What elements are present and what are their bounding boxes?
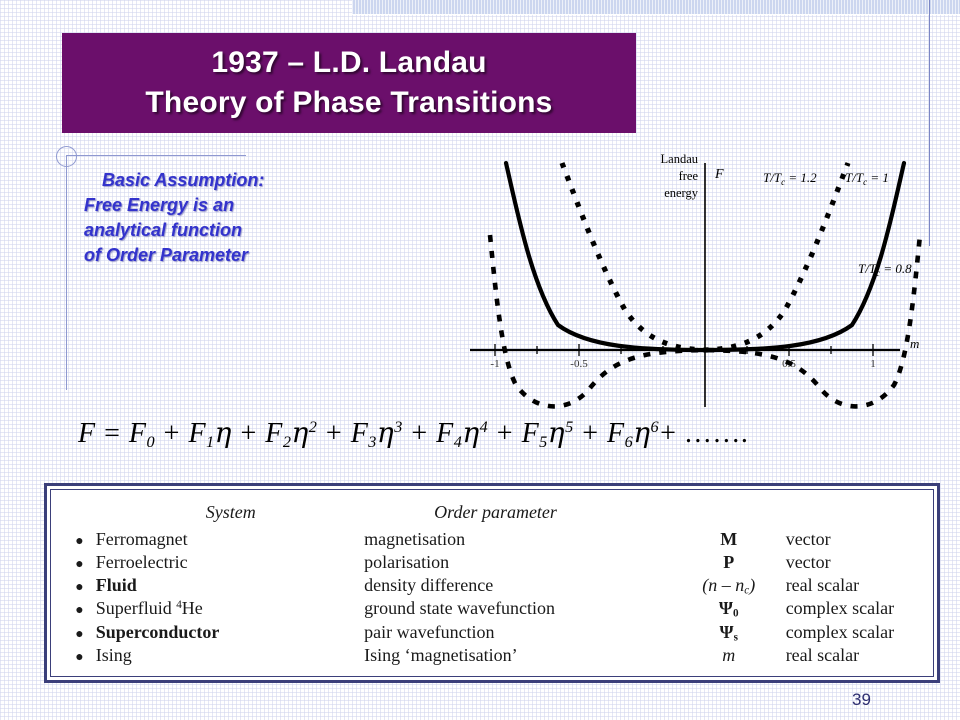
row-parameter: polarisation [364, 552, 450, 572]
equation-term-1: F1η [188, 416, 232, 451]
x-tick-label-1: -0.5 [570, 358, 588, 370]
top-decoration-band [352, 0, 960, 14]
row-type: real scalar [785, 645, 860, 666]
row-bullet: ● [75, 603, 84, 619]
row-symbol: (n – nc) [702, 575, 756, 597]
annotation-series-2: T/Tc = 0.8 [858, 261, 912, 278]
equation-term-4: F4η4 [436, 416, 489, 451]
row-symbol: P [723, 552, 735, 572]
row-bullet: ● [75, 626, 84, 642]
row-type: vector [785, 529, 831, 549]
equation-term-6: F6η6 [607, 416, 660, 451]
equation-term-3: F3η3 [350, 416, 403, 451]
row-type: vector [785, 552, 831, 572]
row-bullet: ● [75, 557, 84, 572]
row-type: real scalar [785, 575, 860, 595]
header-bullet-spacer [51, 490, 96, 528]
row-symbol: m [722, 645, 736, 666]
assumption-line-3: analytical function [84, 220, 243, 240]
equation-term-5: F5η5 [521, 416, 574, 451]
annotation-series-1: T/Tc = 1 [845, 170, 889, 187]
page-number: 39 [852, 690, 871, 709]
row-symbol: Ψs [719, 621, 738, 644]
header-type-spacer [786, 490, 933, 528]
row-bullet: ● [75, 650, 84, 666]
ylabel-line-2: free [679, 169, 699, 183]
order-parameter-table-panel: System Order parameter ● Ferromagnet mag… [44, 483, 940, 683]
title-banner: 1937 – L.D. Landau Theory of Phase Trans… [62, 33, 636, 133]
header-system: System [205, 502, 256, 522]
decoration-horizontal-line [66, 155, 246, 156]
assumption-line-1: Basic Assumption: [102, 170, 265, 190]
row-bullet: ● [75, 580, 84, 595]
x-tick-labels: -1 -0.5 0.5 1 [490, 358, 875, 370]
row-system: Ferromagnet [95, 529, 188, 549]
title-line-1: 1937 – L.D. Landau [211, 46, 487, 79]
decoration-vertical-line [66, 155, 67, 390]
row-parameter: Ising ‘magnetisation’ [364, 645, 518, 666]
equation-term-0: F0 [128, 418, 156, 451]
row-symbol: M [720, 529, 738, 549]
header-symbol-spacer [672, 490, 786, 528]
row-system: Fluid [95, 575, 137, 595]
table-row: ● Ising Ising ‘magnetisation’ m real sca… [51, 644, 933, 667]
landau-expansion-equation: F = F0 + F1η + F2η2 + F3η3 + F4η4 + F5η5… [78, 416, 749, 451]
row-bullet: ● [75, 534, 84, 549]
row-parameter: pair wavefunction [364, 621, 495, 642]
y-axis-label: F [714, 167, 724, 182]
row-type: complex scalar [785, 598, 895, 619]
row-system: Superfluid 4He [95, 598, 203, 619]
ylabel-line-1: Landau [661, 152, 699, 166]
equation-tail: + ……. [660, 418, 749, 449]
ylabel-line-3: energy [664, 186, 699, 200]
row-parameter: magnetisation [364, 529, 466, 549]
table-header-row: System Order parameter [51, 490, 933, 528]
row-symbol: Ψ0 [718, 598, 739, 620]
assumption-line-2: Free Energy is an [84, 195, 235, 215]
row-parameter: density difference [364, 575, 494, 595]
table-inner-border: System Order parameter ● Ferromagnet mag… [50, 489, 934, 677]
row-system: Superconductor [95, 621, 220, 642]
landau-free-energy-chart: -1 -0.5 0.5 1 m F Landau free energy T/T… [440, 145, 940, 410]
x-tick-label-3: 1 [870, 358, 876, 370]
x-tick-label-0: -1 [490, 358, 499, 370]
order-parameter-table: System Order parameter ● Ferromagnet mag… [51, 490, 933, 667]
table-row: ● Ferroelectric polarisation P vector [51, 551, 933, 574]
annotation-series-0: T/Tc = 1.2 [763, 170, 817, 187]
equation-term-2: F2η2 [265, 416, 318, 451]
table-row: ● Ferromagnet magnetisation M vector [51, 528, 933, 551]
table-row: ● Fluid density difference (n – nc) real… [51, 574, 933, 597]
table-row: ● Superfluid 4He ground state wavefuncti… [51, 597, 933, 620]
assumption-line-4: of Order Parameter [84, 245, 249, 265]
top-band-underline [352, 14, 960, 15]
chart-svg: -1 -0.5 0.5 1 m F Landau free energy T/T… [470, 152, 923, 409]
x-axis-label: m [910, 336, 919, 351]
row-type: complex scalar [785, 621, 895, 642]
table-row: ● Superconductor pair wavefunction Ψs co… [51, 621, 933, 644]
row-system: Ising [95, 645, 132, 666]
chart-ylabel-block: Landau free energy [661, 152, 699, 200]
header-order-parameter: Order parameter [434, 502, 557, 522]
title-line-2: Theory of Phase Transitions [145, 86, 553, 119]
equation-lhs: F [78, 418, 96, 449]
decoration-circle [56, 146, 77, 167]
row-parameter: ground state wavefunction [364, 598, 556, 619]
row-system: Ferroelectric [95, 552, 188, 572]
basic-assumption-text: Basic Assumption: Free Energy is an anal… [84, 168, 354, 268]
